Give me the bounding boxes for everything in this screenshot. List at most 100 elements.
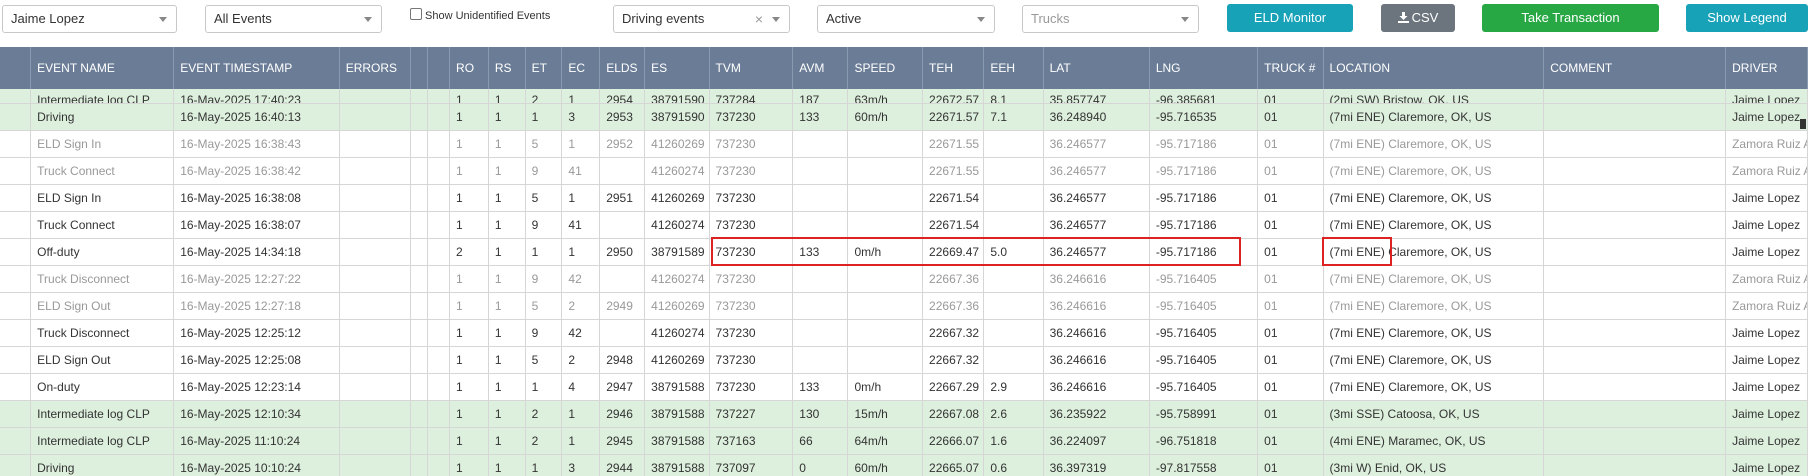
events-table: EVENT NAME EVENT TIMESTAMP ERRORS RO RS ET EC E… bbox=[0, 47, 1808, 476]
table-cell: 36.224097 bbox=[1043, 427, 1150, 455]
table-cell: 0.6 bbox=[983, 454, 1044, 476]
table-cell bbox=[410, 319, 428, 347]
table-cell: 1 bbox=[449, 211, 489, 239]
status-select[interactable]: Active bbox=[817, 5, 995, 33]
table-cell: 1 bbox=[449, 157, 489, 185]
column-header[interactable]: ET bbox=[525, 47, 563, 89]
take-transaction-button[interactable]: Take Transaction bbox=[1482, 4, 1659, 32]
table-cell: -95.717186 bbox=[1149, 211, 1259, 239]
column-header[interactable]: EVENT TIMESTAMP bbox=[173, 47, 340, 89]
column-header[interactable]: ELDS bbox=[599, 47, 646, 89]
table-cell: -95.716405 bbox=[1149, 346, 1259, 374]
table-cell: 2945 bbox=[599, 427, 646, 455]
table-cell bbox=[847, 346, 924, 374]
table-row[interactable]: Intermediate log CLP 16-May-2025 12:10:34… bbox=[0, 400, 1808, 428]
show-unidentified-checkbox[interactable]: Show Unidentified Events bbox=[410, 8, 550, 22]
table-cell: 41260269 bbox=[644, 184, 710, 212]
table-cell: 16-May-2025 16:40:13 bbox=[173, 103, 340, 131]
column-header[interactable]: EVENT NAME bbox=[30, 47, 175, 89]
column-header[interactable]: EC bbox=[561, 47, 601, 89]
table-cell: Zamora Ruiz A bbox=[1725, 157, 1808, 185]
table-cell: ELD Sign In bbox=[30, 130, 175, 158]
table-cell: 36.235922 bbox=[1043, 400, 1150, 428]
table-cell: -95.758991 bbox=[1149, 400, 1259, 428]
table-row[interactable]: ELD Sign Out 16-May-2025 12:25:08 1 1 5 2 2948… bbox=[0, 346, 1808, 374]
driver-select[interactable]: Jaime Lopez bbox=[2, 5, 177, 33]
table-cell: 1 bbox=[488, 427, 526, 455]
table-row[interactable]: ELD Sign Out 16-May-2025 12:27:18 1 1 5 2 2949… bbox=[0, 292, 1808, 320]
csv-button[interactable]: CSV bbox=[1381, 4, 1455, 32]
table-cell: 22667.36 bbox=[922, 265, 985, 293]
column-header[interactable]: LOCATION bbox=[1323, 47, 1545, 89]
eld-monitor-button[interactable]: ELD Monitor bbox=[1227, 4, 1353, 32]
table-row[interactable]: Intermediate log CLP 16-May-2025 11:10:24… bbox=[0, 427, 1808, 455]
table-cell: 35.857747 bbox=[1043, 89, 1150, 104]
table-cell: 0m/h bbox=[847, 238, 924, 266]
table-row[interactable]: ELD Sign In 16-May-2025 16:38:43 1 1 5 1 2952 4… bbox=[0, 130, 1808, 158]
column-header[interactable] bbox=[0, 47, 32, 89]
column-header[interactable]: RS bbox=[488, 47, 526, 89]
trucks-select[interactable]: Trucks bbox=[1022, 5, 1199, 33]
table-row[interactable]: Off-duty 16-May-2025 14:34:18 2 1 1 1 2950 3879… bbox=[0, 238, 1808, 266]
table-cell: -95.717186 bbox=[1149, 238, 1259, 266]
show-legend-button[interactable]: Show Legend bbox=[1686, 4, 1808, 32]
table-cell: 41 bbox=[561, 157, 601, 185]
column-header[interactable]: COMMENT bbox=[1543, 47, 1727, 89]
table-cell bbox=[410, 184, 428, 212]
table-cell bbox=[410, 157, 428, 185]
table-row[interactable]: ELD Sign In 16-May-2025 16:38:08 1 1 5 1 2951 4… bbox=[0, 184, 1808, 212]
column-header[interactable] bbox=[410, 47, 428, 89]
table-cell: Jaime Lopez bbox=[1725, 184, 1808, 212]
events-select[interactable]: All Events bbox=[205, 5, 382, 33]
table-row[interactable]: Truck Connect 16-May-2025 16:38:07 1 1 9 41 41… bbox=[0, 211, 1808, 239]
column-header[interactable]: TEH bbox=[922, 47, 985, 89]
table-cell: 1 bbox=[488, 400, 526, 428]
table-row[interactable]: Truck Disconnect 16-May-2025 12:25:12 1 1 9 4… bbox=[0, 319, 1808, 347]
table-cell: Off-duty bbox=[30, 238, 175, 266]
checkbox-icon[interactable] bbox=[410, 8, 422, 20]
column-header[interactable]: ERRORS bbox=[339, 47, 412, 89]
column-header[interactable]: LNG bbox=[1149, 47, 1259, 89]
table-cell: 5 bbox=[525, 346, 563, 374]
column-header[interactable]: RO bbox=[449, 47, 489, 89]
table-cell bbox=[1543, 319, 1727, 347]
table-cell: Intermediate log CLP bbox=[30, 89, 175, 104]
table-cell bbox=[1543, 454, 1727, 476]
table-cell: 9 bbox=[525, 319, 563, 347]
filter-toolbar: Jaime Lopez All Events Show Unidentified… bbox=[0, 0, 1808, 46]
table-cell: 1 bbox=[488, 157, 526, 185]
table-cell: 16-May-2025 12:27:18 bbox=[173, 292, 340, 320]
table-row[interactable]: On-duty 16-May-2025 12:23:14 1 1 1 4 2947 38791… bbox=[0, 373, 1808, 401]
column-header[interactable]: SPEED bbox=[847, 47, 924, 89]
column-header[interactable]: TVM bbox=[709, 47, 794, 89]
table-cell: 1 bbox=[449, 89, 489, 104]
table-cell bbox=[792, 211, 849, 239]
table-cell: 737230 bbox=[709, 184, 794, 212]
table-header-row: EVENT NAME EVENT TIMESTAMP ERRORS RO RS ET EC E… bbox=[0, 47, 1808, 89]
table-row[interactable]: Intermediate log CLP 16-May-2025 17:40:23… bbox=[0, 89, 1808, 104]
column-header[interactable]: TRUCK # bbox=[1257, 47, 1324, 89]
table-row[interactable]: Truck Connect 16-May-2025 16:38:42 1 1 9 41 41… bbox=[0, 157, 1808, 185]
table-cell: 22669.47 bbox=[922, 238, 985, 266]
table-cell: (3mi SSE) Catoosa, OK, US bbox=[1323, 400, 1545, 428]
table-cell bbox=[339, 319, 412, 347]
column-header[interactable]: AVM bbox=[792, 47, 849, 89]
table-cell bbox=[792, 319, 849, 347]
table-row[interactable]: Driving 16-May-2025 16:40:13 1 1 1 3 2953 38791… bbox=[0, 103, 1808, 131]
column-header[interactable]: LAT bbox=[1043, 47, 1150, 89]
table-cell: 2 bbox=[525, 400, 563, 428]
table-cell: 36.246616 bbox=[1043, 265, 1150, 293]
table-row[interactable]: Truck Disconnect 16-May-2025 12:27:22 1 1 9 4… bbox=[0, 265, 1808, 293]
table-cell bbox=[847, 319, 924, 347]
table-cell: 22666.07 bbox=[922, 427, 985, 455]
column-header[interactable]: ES bbox=[644, 47, 710, 89]
table-cell: 1 bbox=[449, 427, 489, 455]
event-type-select[interactable]: Driving events × bbox=[613, 5, 790, 33]
column-header[interactable] bbox=[427, 47, 451, 89]
column-header[interactable]: EEH bbox=[983, 47, 1044, 89]
scroll-thumb[interactable] bbox=[1800, 119, 1806, 129]
clear-icon[interactable]: × bbox=[755, 6, 763, 32]
table-row[interactable]: Driving 16-May-2025 10:10:24 1 1 1 3 2944 38791… bbox=[0, 454, 1808, 476]
table-cell: 41260274 bbox=[644, 319, 710, 347]
column-header[interactable]: DRIVER bbox=[1725, 47, 1808, 89]
